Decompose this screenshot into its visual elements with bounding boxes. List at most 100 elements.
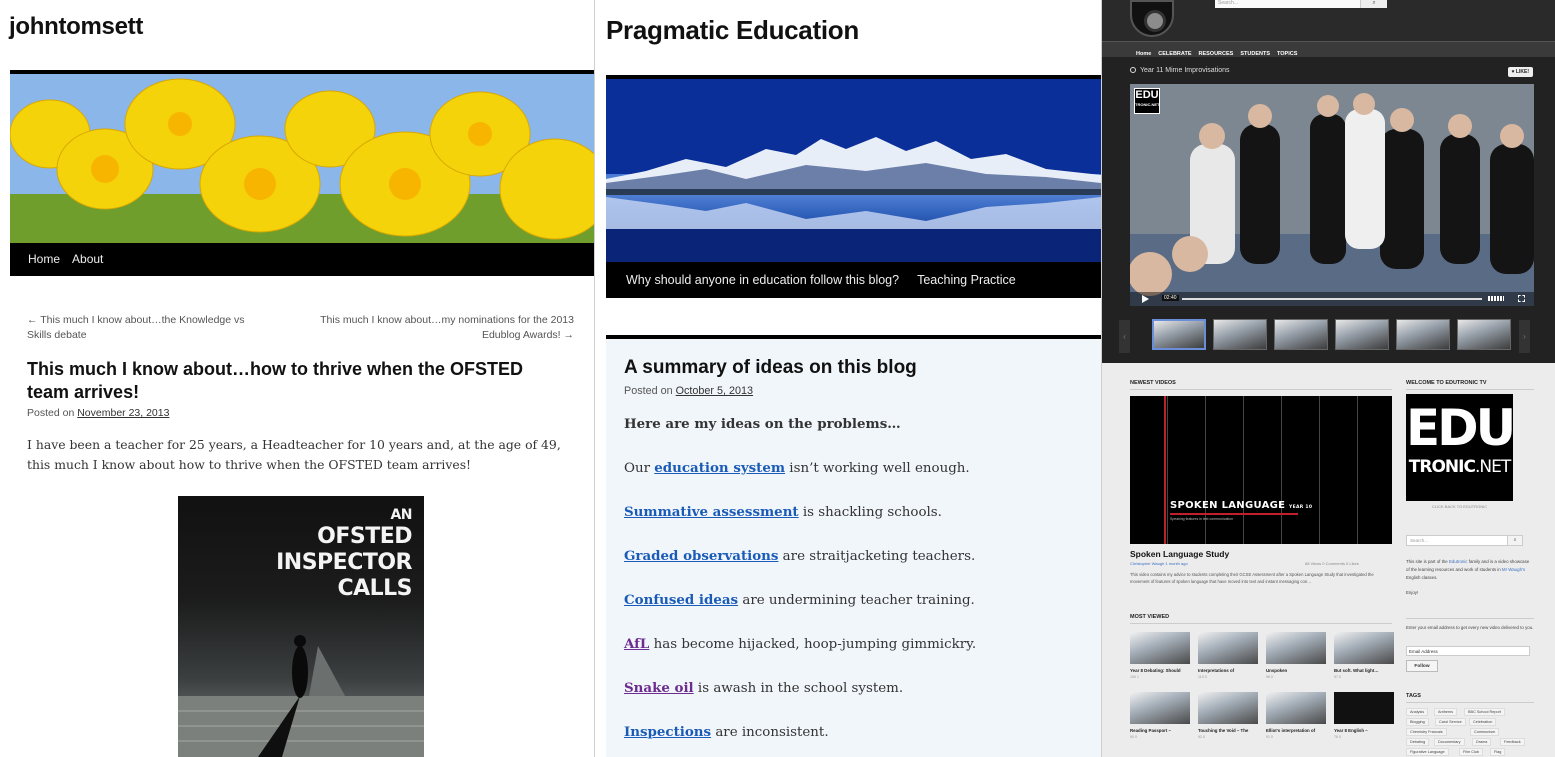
most-viewed-thumbnail[interactable]	[1334, 692, 1394, 724]
idea-link-summative-assessment[interactable]: Summative assessment	[624, 504, 799, 520]
idea-line: Our education system isn’t working well …	[624, 457, 1094, 501]
edutronic-link[interactable]: Edutronic	[1449, 559, 1468, 564]
ofsted-inspector-calls-book-cover: AN OFSTED INSPECTOR CALLS	[178, 496, 424, 757]
like-button[interactable]: ♥ LIKE!	[1507, 67, 1533, 77]
tag-link[interactable]: Drama	[1472, 738, 1492, 746]
tag-link[interactable]: Communism	[1470, 728, 1500, 736]
email-prompt: Enter your email address to get every ne…	[1406, 625, 1534, 630]
search-icon[interactable]: ⌕	[1360, 0, 1387, 8]
nav-why-follow[interactable]: Why should anyone in education follow th…	[606, 262, 899, 298]
nav-teaching-practice[interactable]: Teaching Practice	[899, 262, 1016, 298]
most-viewed-thumbnail[interactable]	[1130, 632, 1190, 664]
idea-line: Summative assessment is shackling school…	[624, 501, 1094, 545]
mr-waugh-link[interactable]: Mr Waugh's	[1502, 567, 1525, 572]
nav-home[interactable]: Home	[10, 243, 60, 276]
site-title[interactable]: johntomsett	[9, 13, 143, 41]
tag-link[interactable]: Film Club	[1459, 748, 1484, 756]
player-controls: 02:40	[1130, 292, 1534, 306]
video-thumbnail[interactable]	[1213, 319, 1267, 350]
post-date-link[interactable]: October 5, 2013	[676, 385, 753, 397]
tag-link[interactable]: Blogging	[1406, 718, 1429, 726]
post-meta: Posted on October 5, 2013	[624, 385, 753, 397]
sidebar-search-input[interactable]: Search...	[1406, 535, 1523, 546]
tag-link[interactable]: Figurative Language	[1406, 748, 1449, 756]
follow-button[interactable]: Follow	[1406, 660, 1438, 672]
most-viewed-title[interactable]: Interpretations of	[1198, 668, 1262, 673]
idea-link-snake-oil[interactable]: Snake oil	[624, 680, 694, 696]
thumbs-prev-arrow-icon[interactable]: ‹	[1119, 320, 1130, 353]
most-viewed-title[interactable]: But soft. What light…	[1334, 668, 1398, 673]
idea-link-inspections[interactable]: Inspections	[624, 724, 711, 740]
most-viewed-title[interactable]: Elliot's interpretation of	[1266, 728, 1330, 733]
idea-link-graded-observations[interactable]: Graded observations	[624, 548, 778, 564]
posted-on-label: Posted on	[624, 385, 673, 397]
video-title[interactable]: Year 11 Mime Improvisations	[1130, 67, 1229, 74]
post-body: I have been a teacher for 25 years, a He…	[27, 437, 561, 472]
idea-line: AfL has become hijacked, hoop-jumping gi…	[624, 633, 1094, 677]
edutronic-logo[interactable]: EDU TRONIC.NET	[1406, 394, 1516, 501]
volume-icon[interactable]	[1488, 296, 1504, 301]
most-viewed-thumbnail[interactable]	[1130, 692, 1190, 724]
idea-line: Graded observations are straitjacketing …	[624, 545, 1094, 589]
play-icon[interactable]	[1142, 295, 1149, 303]
badge-line-2: TRONIC.NET	[1135, 102, 1160, 107]
idea-text: are straitjacketing teachers.	[778, 549, 976, 564]
site-title[interactable]: Pragmatic Education	[606, 15, 859, 46]
most-viewed-thumbnail[interactable]	[1266, 692, 1326, 724]
nav-about[interactable]: About	[60, 243, 103, 276]
video-thumbnail[interactable]	[1152, 319, 1206, 350]
most-viewed-thumbnail[interactable]	[1198, 692, 1258, 724]
most-viewed-title[interactable]: Unspoken	[1266, 668, 1330, 673]
post-date-link[interactable]: November 23, 2013	[77, 407, 169, 419]
tag-link[interactable]: Chemistry Francais	[1406, 728, 1447, 736]
most-viewed-title[interactable]: Reading Passport –	[1130, 728, 1194, 733]
previous-post-link[interactable]: ← This much I know about…the Knowledge v…	[27, 313, 267, 343]
johntomsett-blog-panel: johntomsett Home About ← This much I kno…	[0, 0, 594, 757]
tag-link[interactable]: Carol Service	[1435, 718, 1466, 726]
most-viewed-title[interactable]: Year 8 Debating: Should	[1130, 668, 1194, 673]
most-viewed-thumbnail[interactable]	[1334, 632, 1394, 664]
post-title[interactable]: This much I know about…how to thrive whe…	[27, 358, 567, 404]
newest-video-author[interactable]: Christopher Waugh 1 month ago	[1130, 561, 1188, 566]
video-player[interactable]: EDU TRONIC.NET 02:40	[1130, 84, 1534, 306]
edutronic-camera-logo-icon[interactable]	[1130, 0, 1174, 37]
progress-bar[interactable]	[1182, 298, 1482, 300]
idea-link-afl[interactable]: AfL	[624, 636, 649, 652]
email-address-input[interactable]: Email Address	[1406, 646, 1530, 656]
idea-link-education-system[interactable]: education system	[654, 460, 785, 476]
daffodil-header-image	[10, 70, 594, 243]
tag-link[interactable]: BBC School Report	[1464, 708, 1505, 716]
video-thumbnail[interactable]	[1396, 319, 1450, 350]
tag-link[interactable]: Celebration	[1469, 718, 1497, 726]
tag-link[interactable]: Flag	[1490, 748, 1506, 756]
tag-link[interactable]: Feedback	[1500, 738, 1525, 746]
newest-video-thumbnail[interactable]: SPOKEN LANGUAGE YEAR 10 Speaking feature…	[1130, 396, 1392, 544]
tag-link[interactable]: Debating	[1406, 738, 1430, 746]
video-thumbnail[interactable]	[1457, 319, 1511, 350]
pragmatic-education-blog-panel: Pragmatic Education Why should anyone in…	[595, 0, 1101, 757]
logo-line-2a: TRONIC	[1408, 457, 1476, 477]
most-viewed-title[interactable]: Year 8 English –	[1334, 728, 1398, 733]
fullscreen-icon[interactable]	[1518, 295, 1525, 302]
tag-link[interactable]: Analysis	[1406, 708, 1429, 716]
most-viewed-thumbnail[interactable]	[1266, 632, 1326, 664]
idea-text: are inconsistent.	[711, 725, 829, 740]
next-post-link[interactable]: This much I know about…my nominations fo…	[310, 313, 574, 343]
tag-link[interactable]: Anthems	[1434, 708, 1457, 716]
most-viewed-stats: 90 0	[1130, 735, 1137, 739]
most-viewed-title[interactable]: Touching the Void – The	[1198, 728, 1262, 733]
video-thumbnail[interactable]	[1335, 319, 1389, 350]
newest-video-title[interactable]: Spoken Language Study	[1130, 549, 1229, 559]
thumbs-next-arrow-icon[interactable]: ›	[1519, 320, 1530, 353]
book-title-line-1: AN	[390, 507, 412, 523]
most-viewed-thumbnail[interactable]	[1198, 632, 1258, 664]
book-title-line-3: CALLS	[337, 576, 412, 601]
tag-link[interactable]: Documentary	[1434, 738, 1465, 746]
video-thumbnail[interactable]	[1274, 319, 1328, 350]
badge-line-1: EDU	[1135, 89, 1159, 101]
idea-link-confused-ideas[interactable]: Confused ideas	[624, 592, 738, 608]
idea-text: is shackling schools.	[798, 505, 942, 520]
post-title[interactable]: A summary of ideas on this blog	[624, 357, 917, 379]
click-back-link[interactable]: CLICK BACK TO EDUTRONIC	[1406, 504, 1513, 509]
search-icon[interactable]: ⌕	[1507, 535, 1523, 546]
